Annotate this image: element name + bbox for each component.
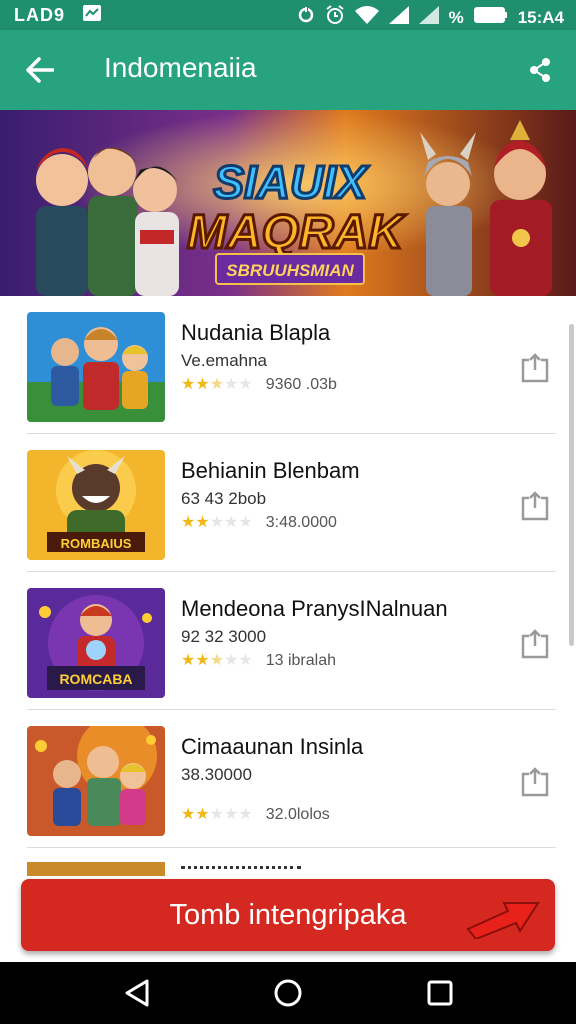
- star-icon: ★: [224, 652, 239, 669]
- promo-banner[interactable]: SIAUIX MAQRAK SBRUUHSMIAN: [0, 110, 576, 296]
- app-subtitle: Ve.emahna: [181, 351, 268, 370]
- signal-icon: [388, 6, 409, 29]
- star-icon: ★: [224, 806, 239, 823]
- divider: [27, 847, 556, 848]
- nav-recents-button[interactable]: [423, 976, 457, 1010]
- main-action-button[interactable]: Tomb intengripaka: [21, 879, 555, 951]
- install-button[interactable]: [519, 352, 551, 384]
- download-icon: [521, 491, 549, 521]
- star-icon: ★: [238, 514, 253, 531]
- app-name: Mendeona PranysINalnuan: [181, 596, 448, 621]
- signal-secondary-icon: [418, 6, 439, 29]
- next-item-thumbnail-peek: [27, 862, 165, 876]
- app-size: 3:48.0000: [265, 514, 337, 531]
- star-icon: ★: [195, 806, 210, 823]
- app-size: 13 ibralah: [265, 652, 336, 669]
- battery-icon: [473, 7, 508, 28]
- nav-home-button[interactable]: [271, 976, 305, 1010]
- star-rating: ★★★★★: [181, 514, 253, 532]
- star-icon: ★: [209, 652, 225, 669]
- share-button[interactable]: [524, 54, 556, 86]
- download-icon: [521, 767, 549, 797]
- share-icon: [530, 58, 550, 82]
- svg-text:MAQRAK: MAQRAK: [187, 206, 406, 259]
- list-item[interactable]: Cimaaunan Insinla 38.30000 ★★★★★ 32.0lol…: [0, 710, 566, 848]
- star-icon: ★: [209, 806, 225, 823]
- status-bar: LAD9 % 15:A4: [0, 0, 576, 30]
- system-nav-bar: [0, 962, 576, 1024]
- app-name: Nudania Blapla: [181, 320, 331, 345]
- back-button[interactable]: [22, 52, 58, 88]
- clock: 15:A4: [517, 7, 564, 27]
- star-icon: ★: [195, 652, 210, 669]
- triangle-back-icon: [125, 979, 149, 1007]
- star-icon: ★: [238, 806, 253, 823]
- app-subtitle: 63 43 2bob: [181, 489, 267, 508]
- star-icon: ★: [238, 652, 253, 669]
- star-icon: ★: [181, 376, 196, 393]
- rating: ★★★★★ 32.0lolos: [181, 806, 330, 824]
- next-item-title-peek: [181, 866, 301, 879]
- star-icon: ★: [209, 514, 225, 531]
- battery-percent: %: [448, 7, 464, 27]
- nav-back-button[interactable]: [121, 976, 155, 1010]
- app-subtitle: 38.30000: [181, 765, 252, 784]
- app-subtitle: 92 32 3000: [181, 627, 267, 646]
- svg-text:ROMCABA: ROMCABA: [59, 671, 132, 687]
- download-icon: [521, 353, 549, 383]
- install-button[interactable]: [519, 628, 551, 660]
- rating: ★★★★★ 13 ibralah: [181, 652, 336, 670]
- star-icon: ★: [224, 514, 239, 531]
- list-item[interactable]: Nudania Blapla Ve.emahna ★★★★★ 9360 .03b: [0, 296, 566, 434]
- square-recents-icon: [427, 980, 453, 1006]
- app-name: Cimaaunan Insinla: [181, 734, 364, 759]
- star-icon: ★: [209, 376, 225, 393]
- rating: ★★★★★ 3:48.0000: [181, 514, 337, 532]
- app-size: 32.0lolos: [265, 806, 330, 823]
- circle-home-icon: [274, 979, 302, 1007]
- star-rating: ★★★★★: [181, 376, 253, 394]
- scrollbar[interactable]: [569, 324, 574, 646]
- svg-text:SBRUUHSMIAN: SBRUUHSMIAN: [226, 261, 354, 280]
- banner-art: SIAUIX MAQRAK SBRUUHSMIAN: [0, 110, 576, 296]
- star-icon: ★: [238, 376, 253, 393]
- star-icon: ★: [181, 652, 196, 669]
- page-title: Indomenaiia: [104, 52, 257, 83]
- star-icon: ★: [195, 514, 210, 531]
- app-thumbnail: [27, 726, 165, 836]
- star-icon: ★: [224, 376, 239, 393]
- app-bar: Indomenaiia: [0, 30, 576, 110]
- list-item[interactable]: ROMCABA Mendeona PranysINalnuan 92 32 30…: [0, 572, 566, 710]
- download-icon: [521, 629, 549, 659]
- pointer-arrow-icon: [446, 889, 546, 941]
- app-thumbnail: ROMCABA: [27, 588, 165, 698]
- install-button[interactable]: [519, 766, 551, 798]
- install-button[interactable]: [519, 490, 551, 522]
- carrier-label: LAD9: [14, 5, 66, 25]
- star-icon: ★: [181, 514, 196, 531]
- star-rating: ★★★★★: [181, 652, 253, 670]
- svg-text:SIAUIX: SIAUIX: [213, 156, 369, 208]
- app-thumbnail: [27, 312, 165, 422]
- app-name: Behianin Blenbam: [181, 458, 360, 483]
- hero-group-left: [36, 147, 179, 296]
- star-rating: ★★★★★: [181, 806, 253, 824]
- wifi-icon: [354, 6, 379, 29]
- app-size: 9360 .03b: [265, 376, 337, 393]
- sync-icon: [297, 6, 315, 29]
- message-icon: [83, 5, 102, 26]
- app-thumbnail: ROMBAIUS: [27, 450, 165, 560]
- alarm-icon: [325, 5, 345, 30]
- list-item[interactable]: ROMBAIUS Behianin Blenbam 63 43 2bob ★★★…: [0, 434, 566, 572]
- back-arrow-icon: [26, 57, 54, 83]
- star-icon: ★: [181, 806, 196, 823]
- svg-text:ROMBAIUS: ROMBAIUS: [61, 536, 132, 551]
- star-icon: ★: [195, 376, 210, 393]
- rating: ★★★★★ 9360 .03b: [181, 376, 337, 394]
